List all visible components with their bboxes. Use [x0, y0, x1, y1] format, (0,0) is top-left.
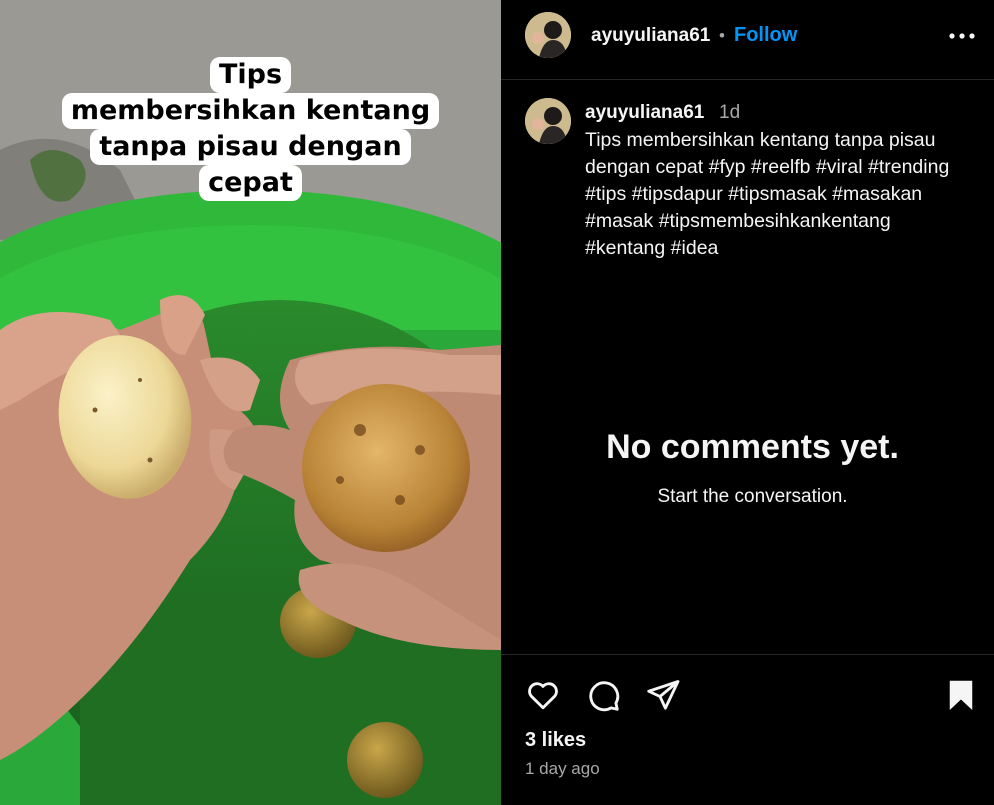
share-icon[interactable] — [645, 677, 681, 713]
bookmark-icon[interactable] — [943, 677, 979, 713]
hashtag-link[interactable]: #kentang — [585, 237, 665, 259]
hashtag-link[interactable]: #reelfb — [751, 156, 811, 178]
overlay-line: membersihkan kentang — [61, 93, 440, 129]
overlay-line: Tips — [209, 57, 292, 93]
hashtag-link[interactable]: #tipsmasak — [728, 183, 827, 205]
overlay-line: cepat — [199, 165, 302, 201]
hashtag-link[interactable]: #fyp — [709, 156, 746, 178]
caption-username[interactable]: ayuyuliana61 — [585, 102, 704, 124]
hashtag-link[interactable]: #masakan — [832, 183, 922, 205]
hashtag-link[interactable]: #tipsdapur — [632, 183, 723, 205]
caption-avatar[interactable] — [525, 98, 571, 144]
hashtag-link[interactable]: #masak — [585, 210, 653, 232]
comment-icon[interactable] — [585, 677, 621, 713]
post-header: ayuyuliana61 • Follow — [501, 0, 994, 80]
author-avatar[interactable] — [525, 12, 571, 58]
overlay-line: tanpa pisau dengan — [90, 129, 411, 165]
action-bar: 3 likes 1 day ago — [501, 654, 994, 805]
caption-timestamp[interactable]: 1d — [719, 102, 740, 124]
post-details-panel: ayuyuliana61 • Follow ayuyuliana61 1d Ti… — [501, 0, 994, 805]
follow-button[interactable]: Follow — [734, 24, 797, 47]
empty-comments-title: No comments yet. — [606, 428, 899, 466]
hashtag-link[interactable]: #viral — [816, 156, 863, 178]
caption-text: Tips membersihkan kentang tanpa pisau de… — [585, 127, 975, 262]
more-horizontal-icon[interactable] — [945, 24, 979, 48]
hashtag-link[interactable]: #tipsmembesihkankentang — [659, 210, 891, 232]
hashtag-link[interactable]: #tips — [585, 183, 626, 205]
hashtag-link[interactable]: #trending — [868, 156, 949, 178]
heart-icon[interactable] — [525, 677, 561, 713]
empty-comments-subtitle: Start the conversation. — [657, 486, 848, 507]
header-username[interactable]: ayuyuliana61 — [591, 25, 710, 47]
post-media[interactable]: Tips membersihkan kentang tanpa pisau de… — [0, 0, 501, 805]
post-date[interactable]: 1 day ago — [525, 759, 600, 779]
likes-count[interactable]: 3 likes — [525, 729, 586, 752]
media-caption-overlay: Tips membersihkan kentang tanpa pisau de… — [0, 57, 501, 201]
hashtag-link[interactable]: #idea — [671, 237, 719, 259]
separator-dot: • — [719, 26, 725, 45]
